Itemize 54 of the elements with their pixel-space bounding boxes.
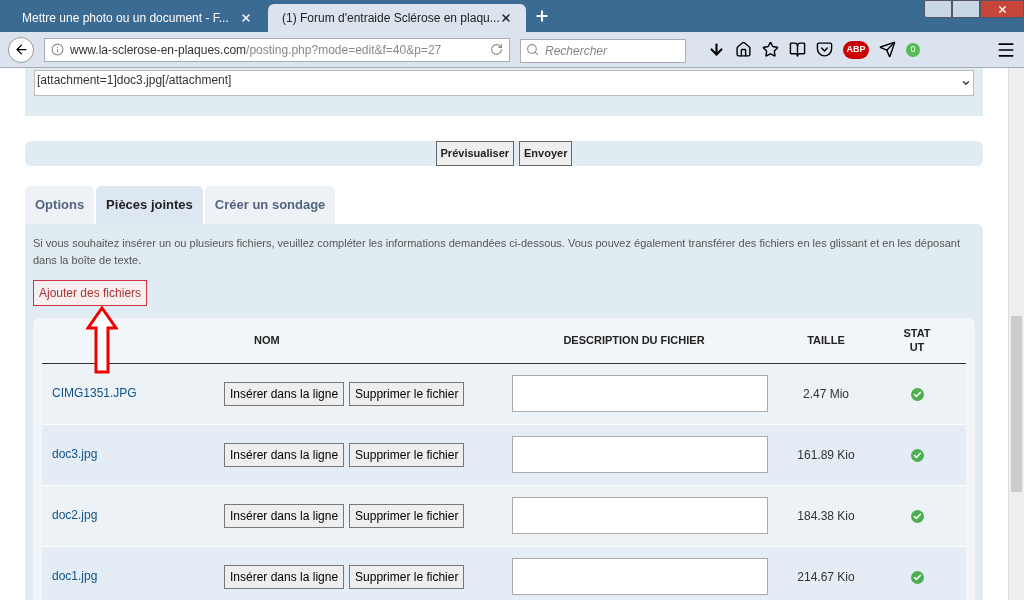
- insert-button[interactable]: Insérer dans la ligne: [224, 381, 345, 406]
- download-icon[interactable]: [708, 41, 725, 58]
- column-header: NOM: [254, 332, 280, 348]
- close-icon[interactable]: [240, 12, 252, 24]
- file-size: 161.89 Kio: [797, 446, 855, 464]
- reload-icon[interactable]: [490, 43, 503, 56]
- delete-button[interactable]: Supprimer le fichier: [349, 381, 465, 406]
- delete-button[interactable]: Supprimer le fichier: [349, 564, 465, 589]
- file-name-link[interactable]: doc1.jpg: [42, 546, 224, 600]
- search-field[interactable]: Rechercher: [520, 38, 686, 63]
- scrollbar[interactable]: [1008, 68, 1024, 600]
- panel-tab[interactable]: Pièces jointes: [96, 185, 203, 224]
- restore-button[interactable]: [952, 0, 980, 18]
- column-header: STATUT: [902, 326, 932, 354]
- new-tab-icon[interactable]: [534, 8, 550, 24]
- file-size: 2.47 Mio: [803, 385, 849, 403]
- delete-button[interactable]: Supprimer le fichier: [349, 442, 465, 467]
- description-field[interactable]: [512, 497, 768, 534]
- adblock-button[interactable]: ABP: [843, 40, 869, 59]
- file-name-link[interactable]: doc3.jpg: [42, 424, 224, 485]
- pocket-icon[interactable]: [816, 41, 833, 58]
- description-field[interactable]: [512, 558, 768, 595]
- file-size: 184.38 Kio: [797, 507, 855, 525]
- home-icon[interactable]: [735, 41, 752, 58]
- insert-button[interactable]: Insérer dans la ligne: [224, 503, 345, 528]
- info-icon[interactable]: [51, 43, 64, 56]
- close-icon[interactable]: [500, 12, 512, 24]
- delete-button[interactable]: Supprimer le fichier: [349, 503, 465, 528]
- search-icon: [526, 42, 539, 56]
- reader-icon[interactable]: [789, 41, 806, 58]
- browser-tab[interactable]: (1) Forum d'entraide Sclérose en plaqu...: [268, 4, 526, 32]
- bookmark-star-icon[interactable]: [762, 41, 779, 58]
- insert-button[interactable]: Insérer dans la ligne: [224, 442, 345, 467]
- add-files-button[interactable]: Ajouter des fichiers: [33, 279, 148, 306]
- panel-tab[interactable]: Options: [25, 185, 95, 224]
- submit-button[interactable]: Prévisualiser: [435, 141, 515, 166]
- url-field[interactable]: www.la-sclerose-en-plaques.com/posting.php?mode=edit&f=40&p=27: [44, 37, 510, 62]
- file-size: 214.67 Kio: [797, 568, 855, 586]
- panel-tab[interactable]: Créer un sondage: [204, 185, 336, 224]
- file-name-link[interactable]: doc2.jpg: [42, 485, 224, 546]
- column-header: TAILLE: [807, 332, 845, 348]
- instructions-text: Si vous souhaitez insérer un ou plusieurs fichiers, veuillez compléter les informations demandées ci-dessous. Vous pouvez également transférer des fichiers en les glissant et en les déposant dans la boîte de texte.: [33, 235, 961, 268]
- description-field[interactable]: [512, 436, 768, 473]
- close-button[interactable]: [980, 0, 1024, 18]
- submit-button[interactable]: Envoyer: [519, 141, 573, 166]
- insert-button[interactable]: Insérer dans la ligne: [224, 564, 345, 589]
- back-button[interactable]: [8, 36, 34, 63]
- message-textarea[interactable]: [attachment=1]doc3.jpg[/attachment]: [34, 70, 974, 96]
- minimize-button[interactable]: [924, 0, 952, 18]
- browser-tab[interactable]: Mettre une photo ou un document - F...: [8, 4, 266, 32]
- column-header: DESCRIPTION DU FICHIER: [563, 332, 705, 348]
- file-name-link[interactable]: CIMG1351.JPG: [42, 363, 224, 424]
- description-field[interactable]: [512, 375, 768, 412]
- send-icon[interactable]: [879, 41, 896, 58]
